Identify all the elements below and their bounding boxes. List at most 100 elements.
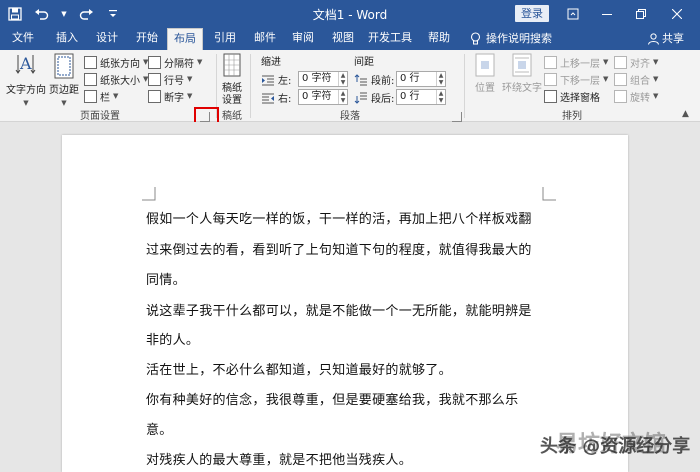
spacing-heading: 间距 (354, 57, 374, 68)
tab-view[interactable]: 视图 (326, 28, 360, 50)
indent-left-value: 0 字符 (302, 73, 332, 84)
hyphenation-button[interactable]: 断字 ▼ (148, 88, 192, 104)
spacing-after-label: 段后: (354, 90, 394, 105)
document-line[interactable]: 对残疾人的最大尊重，就是不把他当残疾人。 (146, 449, 412, 468)
title-bar: ▼ 文档1 - Word 登录 (0, 0, 700, 28)
hyphenation-label: 断字 (164, 92, 184, 104)
chevron-down-icon: ▼ (23, 99, 29, 107)
size-label: 纸张大小 (100, 75, 140, 87)
spin-arrows-icon[interactable]: ▲ ▼ (436, 72, 445, 86)
selection-pane-label: 选择窗格 (560, 92, 600, 104)
margins-button[interactable]: 页边距 ▼ (46, 52, 82, 108)
tab-mailings[interactable]: 邮件 (248, 28, 282, 50)
chevron-down-icon: ▼ (653, 75, 659, 83)
share-button[interactable]: 共享 (648, 28, 684, 50)
indent-left-input[interactable]: 0 字符 ▲ ▼ (298, 71, 348, 87)
position-button[interactable]: 位置 (470, 52, 500, 95)
minimize-button[interactable] (594, 4, 620, 24)
spin-arrows-icon[interactable]: ▲ ▼ (338, 90, 347, 104)
tab-home[interactable]: 开始 (130, 28, 164, 50)
breaks-button[interactable]: 分隔符 ▼ (148, 54, 202, 70)
minimize-icon (602, 14, 612, 15)
document-line[interactable]: 说这辈子我干什么都可以，就是不能做一个一无所能，就能明辨是 (146, 300, 532, 319)
svg-text:A: A (19, 54, 32, 73)
close-icon (672, 9, 682, 19)
tab-design[interactable]: 设计 (90, 28, 124, 50)
spacing-after-input[interactable]: 0 行 ▲ ▼ (396, 89, 446, 105)
arrange-group-label: 排列 (562, 111, 582, 122)
rotate-button[interactable]: 旋转 ▼ (614, 88, 658, 104)
collapse-ribbon-button[interactable]: ▲ (682, 106, 689, 122)
login-button[interactable]: 登录 (515, 5, 549, 22)
restore-button[interactable] (628, 4, 654, 24)
margins-label: 页边距 (49, 85, 79, 96)
margins-icon (54, 53, 74, 79)
send-backward-icon (544, 72, 557, 86)
orientation-button[interactable]: 纸张方向 ▼ (84, 54, 148, 70)
document-line[interactable]: 活在世上，不必什么都知道，只知道最好的就够了。 (146, 359, 452, 378)
document-line[interactable]: 过来倒过去的看，看到听了上句知道下句的程度，就值得我最大的 (146, 239, 532, 258)
manuscript-group-label: 稿纸 (222, 111, 242, 122)
document-line[interactable]: 意。 (146, 419, 173, 438)
size-button[interactable]: 纸张大小 ▼ (84, 71, 148, 87)
bring-forward-button[interactable]: 上移一层 ▼ (544, 54, 608, 70)
spin-arrows-icon[interactable]: ▲ ▼ (436, 90, 445, 104)
orientation-label: 纸张方向 (100, 58, 140, 70)
text-direction-button[interactable]: A 文字方向 ▼ (6, 52, 46, 108)
wrap-text-button[interactable]: 环绕文字 (502, 52, 542, 95)
group-separator (464, 54, 465, 118)
tab-layout[interactable]: 布局 (167, 28, 203, 50)
indent-right-label: 右: (261, 90, 291, 105)
group-separator (250, 54, 251, 118)
align-icon (614, 55, 627, 69)
ribbon-display-icon (567, 8, 579, 20)
chevron-up-icon: ▲ (682, 109, 689, 119)
group-objects-label: 组合 (630, 75, 650, 87)
spacing-after-icon (354, 92, 367, 104)
selection-pane-button[interactable]: 选择窗格 (544, 88, 600, 104)
chevron-down-icon: ▼ (603, 75, 609, 83)
group-icon (614, 72, 627, 86)
close-button[interactable] (664, 4, 690, 24)
send-backward-button[interactable]: 下移一层 ▼ (544, 71, 608, 87)
tab-developer[interactable]: 开发工具 (364, 28, 416, 50)
spacing-before-input[interactable]: 0 行 ▲ ▼ (396, 71, 446, 87)
indent-left-icon (262, 75, 274, 85)
tab-insert[interactable]: 插入 (50, 28, 84, 50)
tab-references[interactable]: 引用 (208, 28, 242, 50)
paragraph-dialog-launcher[interactable] (452, 112, 462, 122)
chevron-down-icon: ▼ (653, 92, 659, 100)
send-backward-label: 下移一层 (560, 75, 600, 87)
spin-arrows-icon[interactable]: ▲ ▼ (338, 72, 347, 86)
align-button[interactable]: 对齐 ▼ (614, 54, 658, 70)
paper-size-icon (84, 72, 97, 86)
selection-pane-icon (544, 89, 557, 103)
manuscript-settings-button[interactable]: 稿纸 设置 (218, 52, 246, 107)
tell-me-search[interactable]: 操作说明搜索 (470, 28, 552, 50)
indent-right-input[interactable]: 0 字符 ▲ ▼ (298, 89, 348, 105)
ribbon: A 文字方向 ▼ 页边距 ▼ 纸张方向 ▼ 纸张大小 ▼ 栏 ▼ 分隔符 ▼ 行号 ▼ 断… (0, 50, 700, 122)
document-line[interactable]: 同情。 (146, 269, 186, 288)
indent-right-value: 0 字符 (302, 91, 332, 102)
line-numbers-label: 行号 (164, 75, 184, 87)
bring-forward-label: 上移一层 (560, 58, 600, 70)
document-line[interactable]: 非的人。 (146, 329, 199, 348)
wrap-text-label: 环绕文字 (502, 83, 542, 94)
line-numbers-button[interactable]: 行号 ▼ (148, 71, 192, 87)
text-direction-icon: A (15, 54, 36, 74)
position-label: 位置 (475, 83, 495, 94)
document-line[interactable]: 你有种美好的信念，我很尊重，但是要硬塞给我，我就不那么乐 (146, 389, 518, 408)
ribbon-display-options-button[interactable] (560, 4, 586, 24)
chevron-down-icon: ▼ (187, 75, 193, 83)
hyphenation-icon (148, 89, 161, 103)
document-line[interactable]: 假如一个人每天吃一样的饭，干一样的活，再加上把八个样板戏翻 (146, 208, 532, 227)
orientation-icon (84, 55, 97, 69)
columns-button[interactable]: 栏 ▼ (84, 88, 118, 104)
tab-review[interactable]: 审阅 (286, 28, 320, 50)
columns-icon (84, 89, 97, 103)
share-label: 共享 (662, 32, 684, 45)
tab-file[interactable]: 文件 (6, 28, 40, 50)
rotate-icon (614, 89, 627, 103)
tab-help[interactable]: 帮助 (422, 28, 456, 50)
group-objects-button[interactable]: 组合 ▼ (614, 71, 658, 87)
